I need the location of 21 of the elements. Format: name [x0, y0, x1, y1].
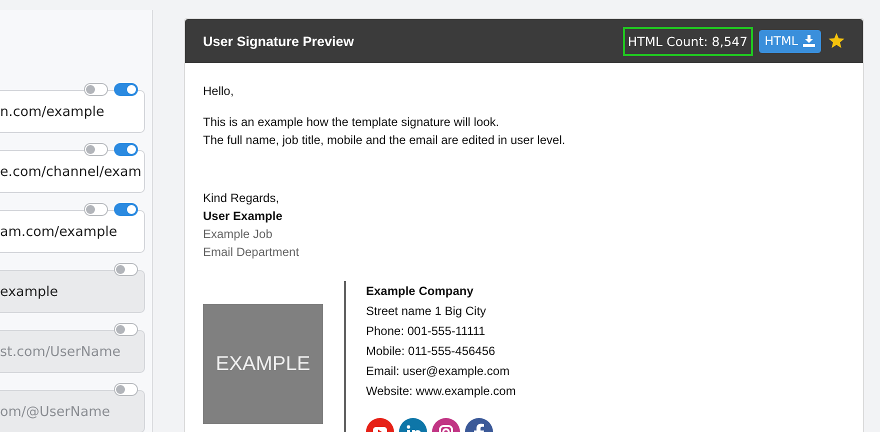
department-text: Email Department: [203, 244, 300, 261]
url-field[interactable]: n.com/example: [0, 90, 145, 133]
intro-text: This is an example how the template signature will look.: [203, 114, 500, 131]
job-title: Example Job: [203, 226, 274, 243]
url-field[interactable]: e.com/channel/exam: [0, 150, 145, 193]
html-count: HTML Count: 8,547: [622, 26, 753, 56]
contact-detail: Phone: 001-555-11111: [366, 323, 486, 340]
star-icon[interactable]: [828, 33, 845, 49]
greeting-text: Hello,: [203, 83, 235, 100]
url-field[interactable]: am.com/example: [0, 210, 145, 253]
intro-text: The full name, job title, mobile and the email are edited in user level.: [203, 132, 566, 149]
contact-detail: Street name 1 Big City: [366, 303, 488, 320]
logo-text: EXAMPLE: [216, 352, 310, 376]
contact-detail: Mobile: 011-555-456456: [366, 343, 496, 360]
card-title: User Signature Preview: [203, 34, 355, 48]
contact-detail: Website: www.example.com: [366, 383, 516, 400]
closing-text: Kind Regards,: [203, 190, 280, 207]
company-name: Example Company: [366, 283, 474, 300]
contact-detail: Email: user@example.com: [366, 363, 511, 380]
user-name: User Example: [203, 208, 284, 225]
download-icon: [803, 35, 815, 47]
